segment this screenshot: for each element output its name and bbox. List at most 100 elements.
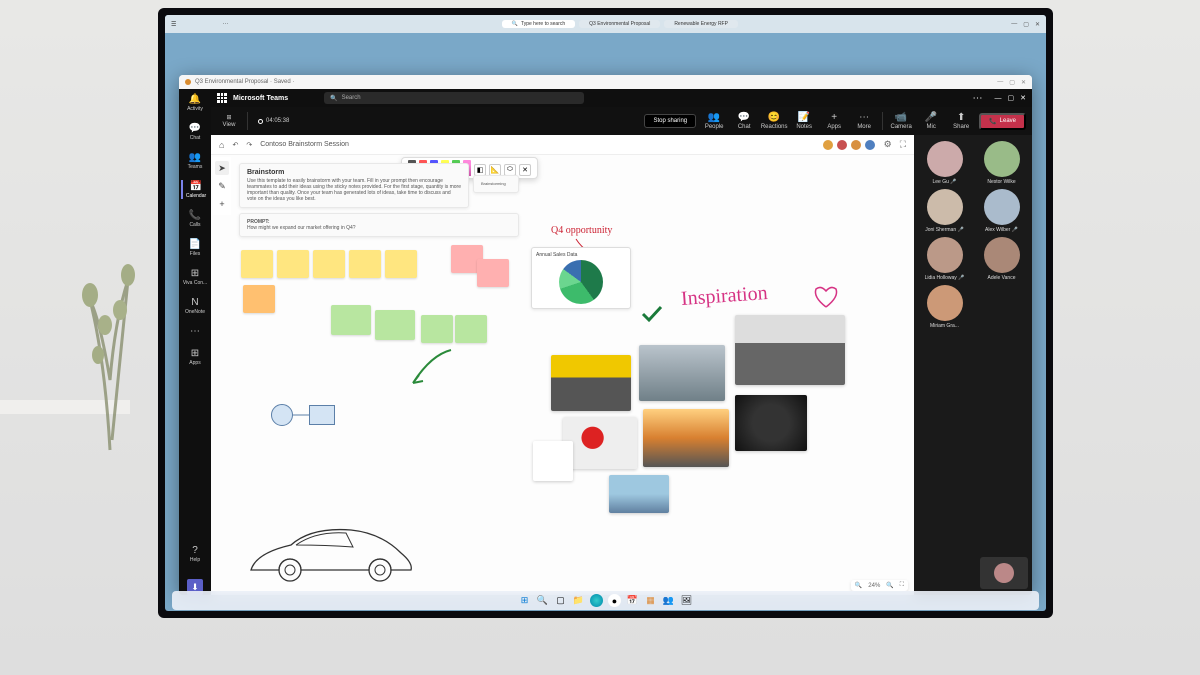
image-tile[interactable] [563, 417, 637, 469]
participant-tile[interactable]: Lee Gu 🎤 [918, 141, 971, 185]
chart-card[interactable]: Annual Sales Data [531, 247, 631, 309]
calendar-taskbar-icon[interactable]: 📅 [626, 594, 639, 607]
window-maximize[interactable]: ▢ [1023, 21, 1029, 28]
rail-onenote[interactable]: NOneNote [181, 296, 209, 315]
whiteboard-canvas[interactable]: ➤ ✎ + [211, 155, 914, 595]
browser-search[interactable]: 🔍 Type here to search [502, 20, 575, 28]
image-tile[interactable] [735, 315, 845, 385]
zoom-out-icon[interactable]: 🔍 [855, 582, 862, 589]
waffle-icon[interactable] [217, 93, 227, 103]
participant-tile[interactable]: Joni Sherman 🎤 [918, 189, 971, 233]
flow-start[interactable] [271, 404, 293, 426]
top-maximize[interactable]: ▢ [1008, 94, 1015, 102]
close-tray[interactable]: ✕ [519, 164, 531, 176]
window-minimize[interactable]: — [1011, 21, 1017, 28]
participant-tile[interactable]: Alex Wilber 🎤 [975, 189, 1028, 233]
top-minimize[interactable]: — [995, 95, 1002, 102]
rail-chat[interactable]: 💬Chat [181, 122, 209, 141]
apps-button[interactable]: +Apps [822, 112, 846, 130]
gallery-icon[interactable]: 🖼 [680, 594, 693, 607]
browser-tab-2[interactable]: Renewable Energy RFP [664, 20, 738, 28]
image-tile[interactable] [735, 395, 807, 451]
camera-button[interactable]: 📹Camera [889, 112, 913, 130]
image-tile[interactable] [643, 409, 729, 467]
sticky-note[interactable] [421, 315, 453, 343]
app-minimize[interactable]: — [997, 79, 1003, 86]
rail-activity[interactable]: 🔔Activity [181, 93, 209, 112]
start-icon[interactable]: ⊞ [518, 594, 531, 607]
view-button[interactable]: ⊞View [217, 114, 241, 128]
sticky-note[interactable] [241, 250, 273, 278]
chat-button[interactable]: 💬Chat [732, 112, 756, 130]
rail-calendar[interactable]: 📅Calendar [181, 180, 209, 199]
sticky-note[interactable] [277, 250, 309, 278]
sticky-note[interactable] [313, 250, 345, 278]
sticky-note[interactable] [477, 259, 509, 287]
taskview-icon[interactable]: ▢ [554, 594, 567, 607]
rail-calls[interactable]: 📞Calls [181, 209, 209, 228]
prompt-card[interactable]: PROMPT: How might we expand our market o… [239, 213, 519, 237]
browser-tab-1[interactable]: Q3 Environmental Proposal [579, 20, 660, 28]
rail-help[interactable]: ?Help [181, 544, 209, 563]
leave-button[interactable]: 📞Leave [979, 113, 1026, 130]
plus-tool[interactable]: + [215, 197, 229, 211]
fit-icon[interactable]: ⛶ [900, 582, 904, 589]
mic-button[interactable]: 🎤Mic [919, 112, 943, 130]
car-sketch[interactable] [241, 515, 421, 585]
search-input[interactable]: 🔍 Search [324, 92, 584, 104]
app-maximize[interactable]: ▢ [1009, 79, 1015, 86]
image-tile[interactable] [639, 345, 725, 401]
sticky-note[interactable] [349, 250, 381, 278]
explorer-icon[interactable]: 📁 [572, 594, 585, 607]
sticky-note[interactable] [243, 285, 275, 313]
more-button[interactable]: ⋯More [852, 112, 876, 130]
participant-tile[interactable]: Miriam Gra... [918, 285, 971, 329]
redo-icon[interactable]: ↷ [246, 141, 252, 149]
undo-icon[interactable]: ↶ [232, 141, 238, 149]
top-close[interactable]: ✕ [1020, 94, 1026, 102]
teams-taskbar-icon[interactable]: 👥 [662, 594, 675, 607]
ink-q4-opportunity[interactable]: Q4 opportunity [551, 225, 612, 236]
participant-tile[interactable]: Lidia Holloway 🎤 [918, 237, 971, 281]
app-close[interactable]: ✕ [1021, 79, 1026, 86]
edge-icon[interactable] [590, 594, 603, 607]
image-tile[interactable] [533, 441, 573, 481]
brainstorm-card[interactable]: Brainstorm Use this template to easily b… [239, 163, 469, 208]
record-icon [258, 119, 263, 124]
presence-avatars[interactable] [822, 139, 876, 151]
pen-tool[interactable]: ✎ [215, 179, 229, 193]
pointer-tool[interactable]: ➤ [215, 161, 229, 175]
sticky-note[interactable] [455, 315, 487, 343]
rail-viva[interactable]: ⊞Viva Con... [181, 267, 209, 286]
self-video-tile[interactable] [980, 557, 1028, 589]
stop-sharing-button[interactable]: Stop sharing [644, 114, 696, 128]
home-icon[interactable]: ⌂ [219, 140, 224, 150]
zoom-in-icon[interactable]: 🔍 [886, 582, 893, 589]
app-icon[interactable]: ● [608, 594, 621, 607]
brainstorm-tag[interactable]: Brainstorming [473, 175, 519, 193]
share-button[interactable]: ⬆Share [949, 112, 973, 130]
rail-files[interactable]: 📄Files [181, 238, 209, 257]
gear-icon[interactable]: ⚙ [884, 139, 892, 150]
people-button[interactable]: 👥People [702, 112, 726, 130]
image-tile[interactable] [609, 475, 669, 513]
window-close[interactable]: ✕ [1035, 21, 1040, 28]
notes-button[interactable]: 📝Notes [792, 112, 816, 130]
top-more-icon[interactable]: ⋯ [973, 93, 983, 104]
expand-icon[interactable]: ⛶ [900, 139, 906, 150]
participant-tile[interactable]: Nestor Wilke [975, 141, 1028, 185]
rail-teams[interactable]: 👥Teams [181, 151, 209, 170]
rail-apps[interactable]: ⊞Apps [181, 347, 209, 366]
browser-menu-icon[interactable]: ☰ [171, 21, 176, 28]
flow-step[interactable] [309, 405, 335, 425]
search-taskbar-icon[interactable]: 🔍 [536, 594, 549, 607]
participant-tile[interactable]: Adele Vance [975, 237, 1028, 281]
office-icon[interactable]: ▦ [644, 594, 657, 607]
sticky-note[interactable] [385, 250, 417, 278]
rail-more[interactable]: ⋯ [181, 325, 209, 337]
image-tile[interactable] [551, 355, 631, 411]
ink-inspiration[interactable]: Inspiration [680, 282, 768, 311]
sticky-note[interactable] [375, 310, 415, 340]
sticky-note[interactable] [331, 305, 371, 335]
reactions-button[interactable]: 😊Reactions [762, 112, 786, 130]
